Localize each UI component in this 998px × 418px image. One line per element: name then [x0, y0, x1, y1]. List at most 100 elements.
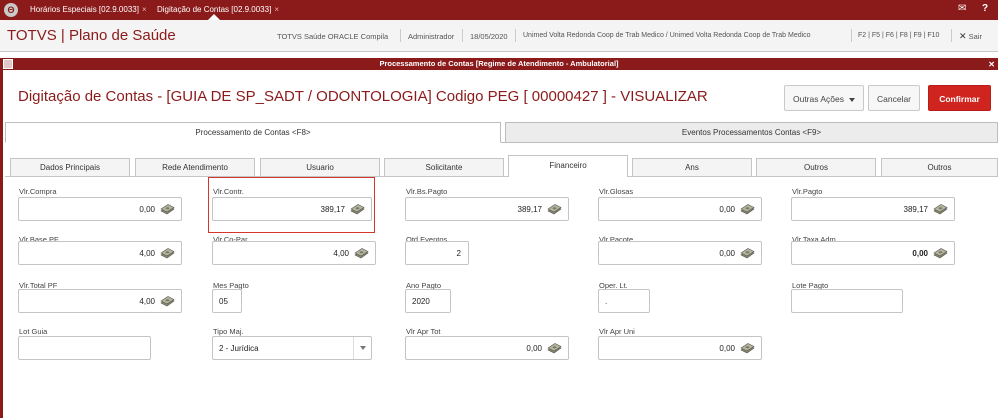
app-header: TOTVS | Plano de Saúde TOTVS Saúde ORACL…	[0, 20, 998, 52]
vlr-bs-pagto-field[interactable]: 389,17	[405, 197, 569, 221]
field-value: .	[605, 297, 608, 306]
oper-lt-field[interactable]: .	[598, 289, 650, 313]
field-value: 2020	[412, 297, 430, 306]
page-title: Digitação de Contas - [GUIA DE SP_SADT /…	[18, 88, 708, 105]
app-logo-icon: Θ	[4, 3, 18, 17]
vlr-apr-tot-field[interactable]: 0,00	[405, 336, 569, 360]
money-icon[interactable]	[160, 204, 175, 215]
vlr-pagto-field[interactable]: 389,17	[791, 197, 955, 221]
money-icon[interactable]	[740, 343, 755, 354]
money-icon[interactable]	[740, 204, 755, 215]
lote-pagto-field[interactable]	[791, 289, 903, 313]
label-tipo-maj: Tipo Maj.	[213, 327, 244, 336]
header-divider	[851, 29, 852, 42]
vlr-apr-uni-field[interactable]: 0,00	[598, 336, 762, 360]
confirm-button[interactable]: Confirmar	[928, 85, 991, 111]
label-vlr-apr-tot: Vlr Apr Tot	[406, 327, 441, 336]
mes-pagto-field[interactable]: 05	[212, 289, 242, 313]
shortcut-keys-label: F2 | F5 | F6 | F8 | F9 | F10	[858, 32, 940, 39]
tab-financeiro[interactable]: Financeiro	[508, 155, 628, 177]
money-icon[interactable]	[160, 248, 175, 259]
label-vlr-apr-uni: Vlr Apr Uni	[599, 327, 635, 336]
mail-icon[interactable]: ✉	[958, 3, 966, 14]
close-icon[interactable]: ×	[274, 5, 279, 14]
tab-outros-2[interactable]: Outros	[881, 158, 998, 177]
tab-usuario[interactable]: Usuario	[260, 158, 380, 177]
exit-label: Sair	[968, 32, 982, 41]
chevron-down-icon[interactable]	[353, 337, 371, 359]
field-value: 4,00	[139, 249, 155, 258]
money-icon[interactable]	[547, 343, 562, 354]
field-value: 389,17	[517, 205, 542, 214]
field-value: 0,00	[719, 205, 735, 214]
field-value: 0,00	[912, 249, 928, 258]
tab-digitacao-contas[interactable]: Digitação de Contas [02.9.0033] ×	[157, 5, 279, 14]
qtd-eventos-field[interactable]: 2	[405, 241, 469, 265]
field-value: 0,00	[719, 344, 735, 353]
highlight-box	[208, 177, 375, 233]
vlr-total-pf-field[interactable]: 4,00	[18, 289, 182, 313]
close-icon[interactable]: ×	[142, 5, 147, 14]
tab-outros[interactable]: Outros	[756, 158, 876, 177]
cancel-button[interactable]: Cancelar	[868, 85, 920, 111]
tab-horarios-especiais[interactable]: Horários Especiais [02.9.0033] ×	[30, 5, 147, 14]
tab-eventos-processamentos[interactable]: Eventos Processamentos Contas <F9>	[505, 122, 998, 143]
vlr-pacote-field[interactable]: 0,00	[598, 241, 762, 265]
vlr-base-pf-field[interactable]: 4,00	[18, 241, 182, 265]
field-value: 389,17	[903, 205, 928, 214]
tab-processamento-contas[interactable]: Processamento de Contas <F8>	[5, 122, 501, 143]
user-label: Administrador	[408, 32, 455, 41]
ano-pagto-field[interactable]: 2020	[405, 289, 451, 313]
tab-divider	[501, 142, 998, 143]
field-value: 2	[456, 249, 461, 258]
dialog-titlebar: Processamento de Contas [Regime de Atend…	[0, 58, 998, 70]
field-value: 4,00	[139, 297, 155, 306]
tab-label: Horários Especiais [02.9.0033]	[30, 5, 139, 14]
money-icon[interactable]	[740, 248, 755, 259]
help-icon[interactable]: ?	[982, 3, 988, 14]
close-icon: ✕	[959, 31, 967, 41]
header-divider	[400, 29, 401, 42]
app-title: TOTVS | Plano de Saúde	[7, 27, 176, 44]
tab-rede-atendimento[interactable]: Rede Atendimento	[135, 158, 255, 177]
close-icon[interactable]: ✕	[988, 59, 995, 71]
other-actions-label: Outras Ações	[792, 94, 845, 104]
vlr-compra-field[interactable]: 0,00	[18, 197, 182, 221]
label-lot-guia: Lot Guia	[19, 327, 48, 336]
vlr-co-par-field[interactable]: 4,00	[212, 241, 376, 265]
window-titlebar: Θ Horários Especiais [02.9.0033] × Digita…	[0, 0, 998, 20]
money-icon[interactable]	[933, 204, 948, 215]
money-icon[interactable]	[933, 248, 948, 259]
tab-label: Digitação de Contas [02.9.0033]	[157, 5, 272, 14]
window-icon	[3, 59, 13, 69]
tab-solicitante[interactable]: Solicitante	[384, 158, 504, 177]
field-value: 0,00	[526, 344, 542, 353]
date-label: 18/05/2020	[470, 32, 508, 41]
lot-guia-field[interactable]	[18, 336, 151, 360]
dialog-border	[0, 70, 3, 418]
field-value: 05	[219, 297, 228, 306]
label-vlr-pagto: Vlr.Pagto	[792, 187, 823, 196]
other-actions-button[interactable]: Outras Ações	[784, 85, 864, 111]
tipo-maj-select[interactable]: 2 - Jurídica	[212, 336, 372, 360]
tab-divider	[628, 176, 998, 177]
vlr-taxa-adm-field[interactable]: 0,00	[791, 241, 955, 265]
vlr-glosas-field[interactable]: 0,00	[598, 197, 762, 221]
header-divider	[462, 29, 463, 42]
money-icon[interactable]	[547, 204, 562, 215]
field-value: 2 - Jurídica	[219, 344, 259, 353]
field-value: 0,00	[139, 205, 155, 214]
exit-button[interactable]: ✕ Sair	[959, 31, 982, 42]
environment-label: TOTVS Saúde ORACLE Compila	[277, 32, 389, 41]
field-value: 0,00	[719, 249, 735, 258]
tab-ans[interactable]: Ans	[632, 158, 752, 177]
label-vlr-compra: Vlr.Compra	[19, 187, 57, 196]
company-label: Unimed Volta Redonda Coop de Trab Medico…	[523, 32, 811, 39]
money-icon[interactable]	[354, 248, 369, 259]
money-icon[interactable]	[160, 296, 175, 307]
field-value: 4,00	[333, 249, 349, 258]
label-vlr-glosas: Vlr.Glosas	[599, 187, 634, 196]
chevron-down-icon	[849, 97, 856, 102]
label-vlr-bs-pagto: Vlr.Bs.Pagto	[406, 187, 448, 196]
tab-dados-principais[interactable]: Dados Principais	[10, 158, 130, 177]
